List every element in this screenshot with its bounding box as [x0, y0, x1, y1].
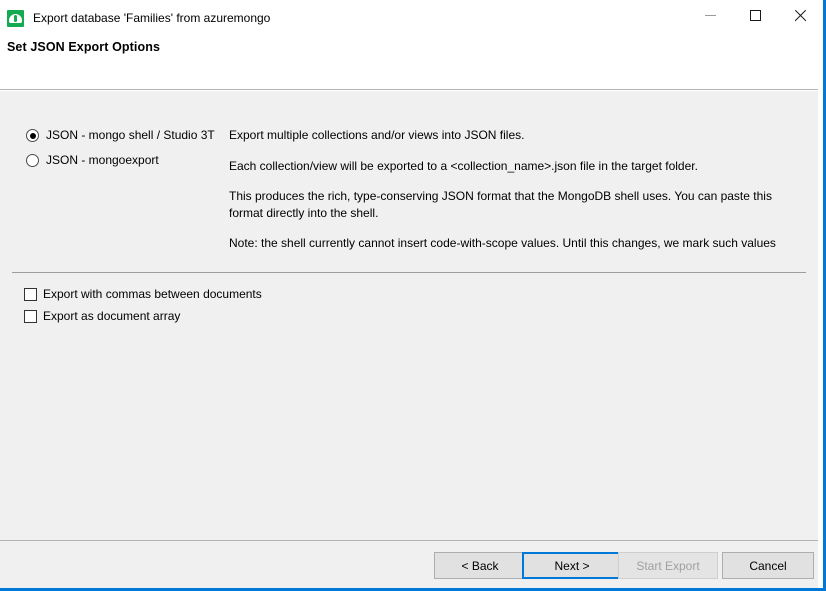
radio-json-mongo-shell[interactable]: JSON - mongo shell / Studio 3T [26, 128, 226, 150]
close-button[interactable] [777, 0, 823, 30]
format-description: Export multiple collections and/or views… [229, 127, 809, 266]
description-paragraph: Note: the shell currently cannot insert … [229, 236, 776, 250]
studio3t-leaf-icon [7, 9, 24, 27]
start-export-button: Start Export [618, 552, 718, 579]
page-title: Set JSON Export Options [7, 40, 161, 54]
description-paragraph: Each collection/view will be exported to… [229, 158, 698, 173]
close-icon [794, 9, 807, 22]
radio-label: JSON - mongo shell / Studio 3T [46, 128, 215, 142]
checkbox-label: Export as document array [43, 309, 181, 323]
json-output-options: Export with commas between documents Exp… [24, 287, 262, 331]
checkbox-indicator-icon [24, 310, 37, 323]
checkbox-export-as-document-array[interactable]: Export as document array [24, 309, 262, 329]
minimize-icon [704, 14, 716, 16]
window-title: Export database 'Families' from azuremon… [33, 11, 271, 25]
description-paragraph: Export multiple collections and/or views… [229, 128, 525, 142]
checkbox-export-with-commas[interactable]: Export with commas between documents [24, 287, 262, 307]
dialog-body: JSON - mongo shell / Studio 3T JSON - mo… [0, 91, 818, 540]
back-button[interactable]: < Back [434, 552, 526, 579]
next-button[interactable]: Next > [522, 552, 622, 579]
title-bar: Export database 'Families' from azuremon… [0, 0, 818, 90]
radio-label: JSON - mongoexport [46, 153, 159, 167]
radio-json-mongoexport[interactable]: JSON - mongoexport [26, 153, 226, 175]
maximize-button[interactable] [732, 0, 778, 30]
checkbox-indicator-icon [24, 288, 37, 301]
checkbox-label: Export with commas between documents [43, 287, 262, 301]
section-divider [12, 272, 806, 273]
cancel-button[interactable]: Cancel [722, 552, 814, 579]
maximize-icon [749, 9, 761, 21]
radio-indicator-icon [26, 154, 39, 167]
title-row: Export database 'Families' from azuremon… [0, 0, 270, 36]
radio-indicator-icon [26, 129, 39, 142]
minimize-button[interactable] [687, 0, 733, 30]
export-database-dialog: Export database 'Families' from azuremon… [0, 0, 826, 591]
description-paragraph: This produces the rich, type-conserving … [229, 189, 772, 220]
json-format-radio-group: JSON - mongo shell / Studio 3T JSON - mo… [26, 128, 226, 178]
dialog-button-bar: < Back Next > Start Export Cancel [0, 540, 818, 588]
